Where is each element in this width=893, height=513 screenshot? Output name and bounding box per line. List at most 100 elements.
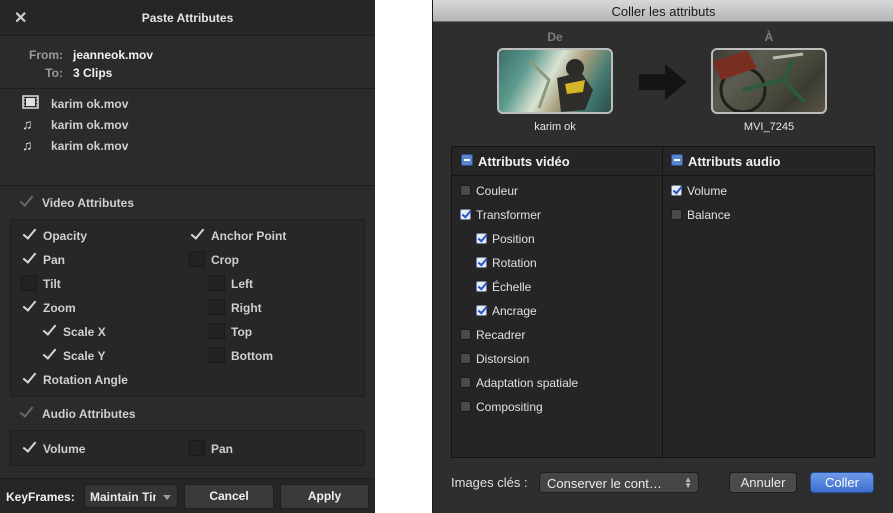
attribute-checkbox[interactable]: [476, 281, 487, 292]
dialog-title: Coller les attributs: [611, 4, 716, 19]
clip-name: karim ok.mov: [51, 97, 129, 111]
attribute-checkbox[interactable]: [671, 209, 682, 220]
audio-pan-checkbox[interactable]: [189, 440, 205, 456]
attribute-checkbox[interactable]: [671, 185, 682, 196]
apply-button[interactable]: Apply: [280, 484, 369, 509]
cancel-button[interactable]: Cancel: [184, 484, 274, 509]
zoom-checkbox[interactable]: [21, 299, 37, 315]
tilt-checkbox[interactable]: [21, 275, 37, 291]
video-attributes-toggle[interactable]: [461, 154, 473, 166]
destination-header: À: [764, 30, 774, 44]
divider: [0, 185, 375, 186]
attribute-label: Balance: [687, 208, 731, 222]
left-label: Left: [231, 277, 253, 291]
video-attributes-checkbox[interactable]: [18, 194, 34, 210]
left-checkbox[interactable]: [209, 275, 225, 291]
right-checkbox[interactable]: [209, 299, 225, 315]
volume-checkbox[interactable]: [21, 440, 37, 456]
attribute-checkbox[interactable]: [476, 233, 487, 244]
audio-attributes-checkbox[interactable]: [18, 405, 34, 421]
destination-caption: MVI_7245: [743, 121, 795, 133]
keyframes-value: Maintain Timing: [90, 490, 156, 504]
keyframes-value: Conserver le cont…: [547, 476, 662, 491]
music-note-icon: ♫: [22, 116, 33, 132]
video-attributes-label: Video Attributes: [42, 196, 135, 210]
arrow-right-icon: [639, 64, 687, 100]
attribute-label: Transformer: [476, 208, 541, 222]
attributes-table: Attributs vidéo Attributs audio Couleur T…: [451, 146, 875, 458]
right-label: Right: [231, 301, 262, 315]
tilt-label: Tilt: [43, 277, 61, 291]
attribute-checkbox[interactable]: [460, 377, 471, 388]
top-checkbox[interactable]: [209, 323, 225, 339]
keyframes-dropdown[interactable]: Maintain Timing: [84, 484, 178, 508]
from-label: From:: [29, 48, 63, 62]
attribute-label: Distorsion: [476, 352, 530, 366]
clip-item[interactable]: ♫ karim ok.mov: [22, 116, 322, 134]
volume-label: Volume: [43, 442, 86, 456]
attribute-label: Rotation: [492, 256, 537, 270]
chevron-down-icon: [163, 495, 171, 500]
keyframes-label: Images clés :: [451, 475, 528, 490]
audio-attributes-label: Audio Attributes: [42, 407, 136, 421]
header-divider: [452, 175, 874, 176]
scale-y-checkbox[interactable]: [41, 347, 57, 363]
bottom-checkbox[interactable]: [209, 347, 225, 363]
music-note-icon: ♫: [22, 137, 33, 153]
attribute-checkbox[interactable]: [460, 401, 471, 412]
bottom-label: Bottom: [231, 349, 273, 363]
attribute-checkbox[interactable]: [460, 329, 471, 340]
attribute-checkbox[interactable]: [460, 209, 471, 220]
attribute-label: Recadrer: [476, 328, 526, 342]
dialog-title: Paste Attributes: [141, 11, 234, 25]
clip-item[interactable]: karim ok.mov: [22, 95, 322, 113]
pan-label: Pan: [43, 253, 66, 267]
clip-name: karim ok.mov: [51, 118, 129, 132]
crop-checkbox[interactable]: [189, 251, 205, 267]
pan-checkbox[interactable]: [21, 251, 37, 267]
audio-pan-label: Pan: [211, 442, 234, 456]
attribute-checkbox[interactable]: [476, 257, 487, 268]
scale-x-checkbox[interactable]: [41, 323, 57, 339]
audio-attributes-header: Attributs audio: [688, 154, 781, 169]
video-attributes-panel: Opacity Pan Tilt Zoom Scale X Scale Y Ro…: [10, 219, 365, 397]
keyframes-label: KeyFrames:: [6, 490, 75, 504]
source-thumbnail: [497, 48, 613, 114]
attribute-label: Couleur: [476, 184, 519, 198]
rotation-angle-label: Rotation Angle: [43, 373, 128, 387]
clip-name: karim ok.mov: [51, 139, 129, 153]
to-label: To:: [45, 66, 63, 80]
scale-y-label: Scale Y: [63, 349, 106, 363]
to-value: 3 Clips: [73, 66, 113, 80]
attribute-label: Ancrage: [492, 304, 537, 318]
rotation-angle-checkbox[interactable]: [21, 371, 37, 387]
divider: [0, 88, 375, 89]
opacity-label: Opacity: [43, 229, 88, 243]
attribute-checkbox[interactable]: [476, 305, 487, 316]
anchor-point-checkbox[interactable]: [189, 227, 205, 243]
paste-button[interactable]: Coller: [810, 472, 874, 493]
column-divider: [662, 147, 663, 457]
audio-attributes-toggle[interactable]: [671, 154, 683, 166]
anchor-point-label: Anchor Point: [211, 229, 287, 243]
attribute-checkbox[interactable]: [460, 353, 471, 364]
video-attributes-header: Attributs vidéo: [478, 154, 570, 169]
paste-attributes-dialog: ✕ Paste Attributes From: jeanneok.mov To…: [0, 0, 375, 513]
from-value: jeanneok.mov: [73, 48, 154, 62]
chevron-updown-icon: ▲ ▼: [684, 475, 692, 490]
title-bar: Coller les attributs: [433, 0, 893, 22]
attribute-label: Volume: [687, 184, 728, 198]
top-label: Top: [231, 325, 253, 339]
zoom-label: Zoom: [43, 301, 76, 315]
cancel-button[interactable]: Annuler: [729, 472, 797, 493]
destination-thumbnail: [711, 48, 827, 114]
source-header: De: [547, 30, 563, 44]
audio-attributes-panel: Volume Pan: [10, 430, 365, 466]
bottom-bar: KeyFrames: Maintain Timing Cancel Apply: [0, 478, 375, 513]
clip-item[interactable]: ♫ karim ok.mov: [22, 137, 322, 155]
attribute-label: Position: [492, 232, 535, 246]
attribute-checkbox[interactable]: [460, 185, 471, 196]
title-bar: ✕ Paste Attributes: [0, 0, 375, 36]
opacity-checkbox[interactable]: [21, 227, 37, 243]
keyframes-dropdown[interactable]: Conserver le cont… ▲ ▼: [539, 472, 699, 493]
